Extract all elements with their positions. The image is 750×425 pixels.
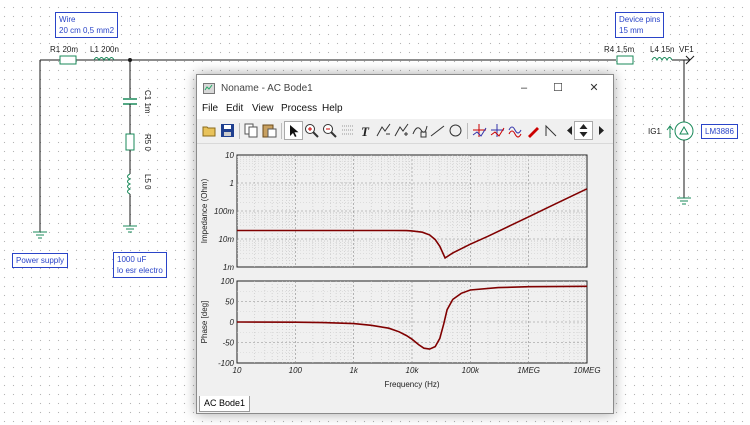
scroll-right-icon[interactable] xyxy=(593,122,610,139)
wave-icon[interactable] xyxy=(507,122,524,139)
phase-tick-label: 100 xyxy=(221,277,235,286)
impedance-tick-label: 10m xyxy=(218,235,234,244)
step-icon[interactable] xyxy=(543,122,560,139)
menu-edit[interactable]: Edit xyxy=(226,103,243,114)
note-power-supply[interactable]: Power supply xyxy=(12,253,69,268)
bode-window[interactable]: Noname - AC Bode1 – ☐ ✕ File Edit View P… xyxy=(196,74,614,414)
toolbar-separator xyxy=(281,123,282,139)
ground-symbol-mid xyxy=(123,225,137,233)
frequency-tick-label: 1k xyxy=(349,366,358,375)
menu-help[interactable]: Help xyxy=(322,103,343,114)
impedance-tick-label: 10 xyxy=(225,151,234,160)
zoom-in-icon[interactable] xyxy=(303,122,320,139)
label-r4: R4 1,5m xyxy=(604,45,635,54)
toolbar-separator xyxy=(239,123,240,139)
frequency-tick-label: 10MEG xyxy=(573,366,600,375)
menu-view[interactable]: View xyxy=(252,103,274,114)
label-l4: L4 15n xyxy=(650,45,674,54)
label-r5: R5 0 xyxy=(143,134,152,151)
cursor-b-icon[interactable] xyxy=(393,122,410,139)
r1-resistor[interactable] xyxy=(59,55,77,65)
phase-tick-label: 50 xyxy=(225,298,234,307)
note-device-pins[interactable]: Device pins 15 mm xyxy=(615,12,665,38)
menu-process[interactable]: Process xyxy=(281,103,317,114)
close-button[interactable]: ✕ xyxy=(579,79,609,97)
curve-icon[interactable] xyxy=(411,122,428,139)
label-r1: R1 20m xyxy=(50,45,78,54)
ig1-current-source[interactable] xyxy=(674,121,694,141)
open-icon[interactable] xyxy=(201,122,218,139)
ground-symbol-left xyxy=(33,231,47,239)
r4-resistor[interactable] xyxy=(616,55,634,65)
ground-symbol-right xyxy=(677,197,691,205)
r5-resistor[interactable] xyxy=(125,133,135,151)
cursor-a-icon[interactable] xyxy=(375,122,392,139)
phase-axis-label: Phase [deg] xyxy=(200,301,209,344)
tab-bar: AC Bode1 xyxy=(197,395,613,413)
impedance-axis-label: Impedance (Ohm) xyxy=(200,178,209,243)
ig1-arrow-icon xyxy=(666,125,674,138)
zoom-out-icon[interactable] xyxy=(321,122,338,139)
window-title: Noname - AC Bode1 xyxy=(221,83,313,94)
toolbar-separator xyxy=(467,123,468,139)
bode-plots[interactable]: 101100m10m1m Impedance (Ohm) 100500-50-1… xyxy=(197,144,613,395)
label-c1: C1 1m xyxy=(143,90,152,114)
maximize-button[interactable]: ☐ xyxy=(543,79,573,97)
impedance-tick-label: 100m xyxy=(214,207,234,216)
label-l5: L5 0 xyxy=(143,174,152,190)
paste-icon[interactable] xyxy=(261,122,278,139)
app-icon xyxy=(203,83,215,94)
marker-b-icon[interactable] xyxy=(489,122,506,139)
frequency-tick-label: 100k xyxy=(462,366,480,375)
phase-tick-label: -50 xyxy=(222,339,234,348)
note-wire[interactable]: Wire 20 cm 0,5 mm2 xyxy=(55,12,119,38)
minimize-button[interactable]: – xyxy=(509,79,539,97)
impedance-tick-label: 1m xyxy=(223,263,234,272)
impedance-tick-label: 1 xyxy=(230,179,234,188)
select-icon[interactable] xyxy=(284,121,303,140)
tab-ac-bode1[interactable]: AC Bode1 xyxy=(199,396,251,412)
label-lm3886[interactable]: LM3886 xyxy=(701,124,738,139)
impedance-plot[interactable]: 10 1 100m 10m 1m Impedance (Ohm) xyxy=(200,151,588,272)
label-ig1: IG1 xyxy=(648,127,661,136)
line-icon[interactable] xyxy=(429,122,446,139)
menu-file[interactable]: File xyxy=(202,103,218,114)
label-vf1: VF1 xyxy=(679,45,694,54)
svg-text:T: T xyxy=(361,124,370,139)
copy-icon[interactable] xyxy=(243,122,260,139)
frequency-tick-label: 1MEG xyxy=(517,366,540,375)
grid-icon[interactable] xyxy=(339,122,356,139)
frequency-tick-label: 10k xyxy=(406,366,420,375)
text-icon[interactable]: T xyxy=(357,122,374,139)
save-icon[interactable] xyxy=(219,122,236,139)
phase-plot[interactable]: 100500-50-100 Phase [deg] xyxy=(200,277,588,368)
frequency-tick-label: 10 xyxy=(233,366,242,375)
c1-capacitor[interactable] xyxy=(123,98,137,105)
note-capacitor[interactable]: 1000 uF lo esr electro xyxy=(113,252,167,278)
toolbar: T xyxy=(197,119,613,144)
phase-tick-label: 0 xyxy=(230,318,235,327)
frequency-tick-label: 100 xyxy=(289,366,303,375)
l5-inductor[interactable] xyxy=(127,173,132,195)
scroll-updown-icon[interactable] xyxy=(574,121,593,140)
circle-icon[interactable] xyxy=(447,122,464,139)
menu-bar: File Edit View Process Help xyxy=(197,101,613,119)
pen-icon[interactable] xyxy=(525,122,542,139)
plot-area[interactable]: 10 1 100m 10m 1m Impedance (Ohm) 100 50 0 -50 -1… xyxy=(197,144,613,395)
label-l1: L1 200n xyxy=(90,45,119,54)
title-bar[interactable]: Noname - AC Bode1 – ☐ ✕ xyxy=(197,75,613,101)
l4-inductor[interactable] xyxy=(651,57,673,62)
marker-a-icon[interactable] xyxy=(471,122,488,139)
frequency-axis-label: Frequency (Hz) xyxy=(384,380,439,389)
